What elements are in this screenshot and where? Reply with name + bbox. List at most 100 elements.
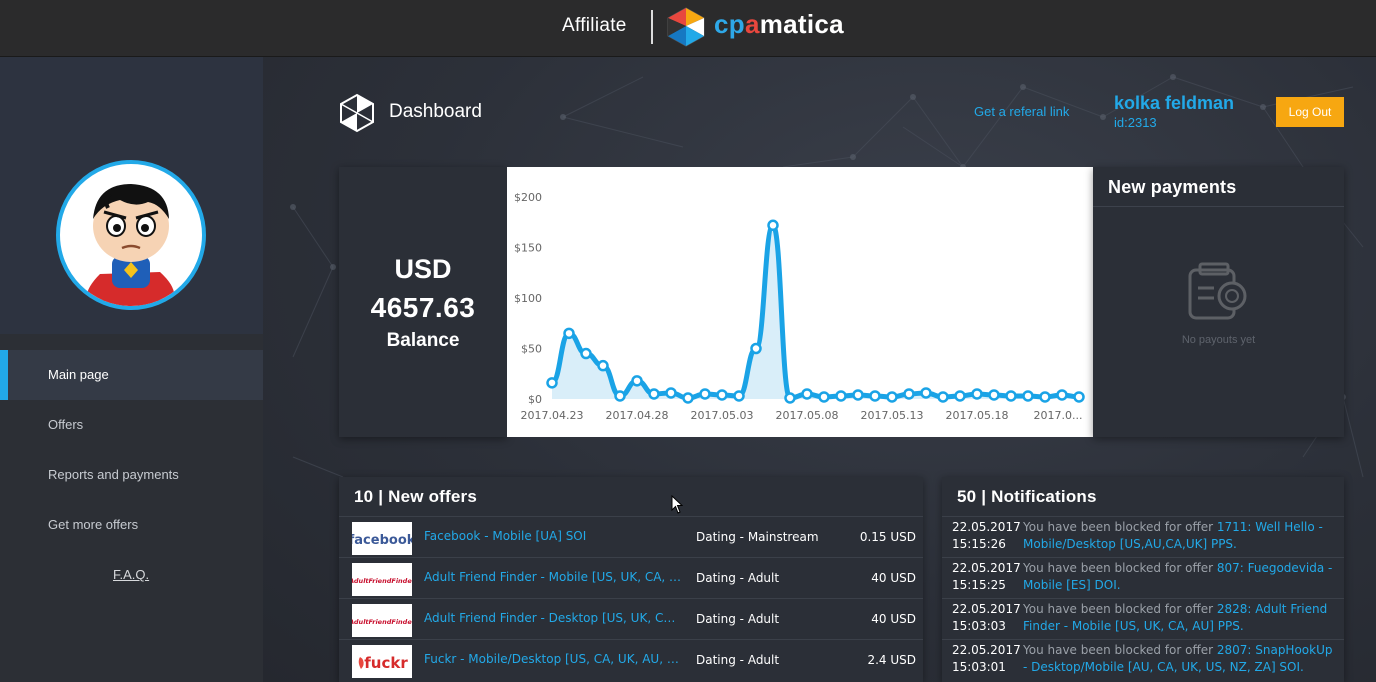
table-row[interactable]: fuckr Fuckr - Mobile/Desktop [US, CA, UK… — [339, 639, 923, 680]
notification-text: You have been blocked for offer 807: Fue… — [1023, 561, 1333, 592]
balance-amount: 4657.63 — [370, 292, 476, 323]
list-item: 22.05.2017 15:03:01 You have been blocked… — [942, 639, 1344, 680]
data-point — [665, 387, 677, 399]
svg-text:AdultFriendFinder: AdultFriendFinder — [352, 618, 412, 626]
offer-name-link[interactable]: Facebook - Mobile [UA] SOI — [424, 529, 682, 543]
data-point — [1022, 390, 1034, 402]
offer-price: 40 USD — [871, 612, 916, 626]
facebook-logo-icon[interactable]: facebook — [352, 522, 412, 555]
offer-price: 0.15 USD — [859, 530, 916, 544]
data-point — [580, 347, 592, 360]
x-tick-label: 2017.05.08 — [776, 409, 839, 422]
x-tick-label: 2017.04.28 — [606, 409, 669, 422]
offer-name-link[interactable]: Adult Friend Finder - Mobile [US, UK, CA… — [424, 570, 682, 584]
x-tick-label: 2017.04.23 — [521, 409, 584, 422]
table-row[interactable]: AdultFriendFinder Adult Friend Finder - … — [339, 557, 923, 598]
svg-text:AdultFriendFinder: AdultFriendFinder — [352, 577, 412, 585]
offer-category: Dating - Adult — [696, 612, 780, 626]
earnings-chart: $200 $150 $100 $50 $0 2017.04.23 2017.04.28 201… — [507, 167, 1093, 437]
data-point — [835, 390, 847, 402]
table-row[interactable]: AdultFriendFinder Adult Friend Finder - … — [339, 598, 923, 639]
offers-title: 10 | New offers — [354, 487, 478, 506]
mouse-cursor-icon — [671, 495, 683, 514]
offer-category: Dating - Adult — [696, 653, 780, 667]
data-point — [954, 390, 966, 402]
notification-timestamp: 22.05.2017 15:15:25 — [952, 561, 1021, 592]
data-point — [971, 388, 983, 400]
payments-title: New payments — [1108, 177, 1237, 197]
sidebar-item-offers[interactable]: Offers — [0, 400, 263, 450]
offers-list: facebook Facebook - Mobile [UA] SOI Dati… — [339, 516, 923, 680]
table-row[interactable]: facebook Facebook - Mobile [UA] SOI Dati… — [339, 516, 923, 557]
fuckr-logo-icon[interactable]: fuckr — [352, 645, 412, 678]
user-name[interactable]: kolka feldman — [1114, 93, 1234, 114]
sidebar-item-label: Get more offers — [48, 517, 139, 532]
offer-name-link[interactable]: Adult Friend Finder - Desktop [US, UK, C… — [424, 611, 682, 625]
data-point — [903, 388, 915, 400]
faq-link[interactable]: F.A.Q. — [113, 567, 149, 582]
notification-timestamp: 22.05.2017 15:03:01 — [952, 643, 1021, 674]
x-tick-label: 2017.05.18 — [946, 409, 1009, 422]
data-point — [631, 375, 643, 387]
brand-wordmark[interactable]: cpamatica — [714, 9, 844, 40]
sidebar-item-label: Reports and payments — [48, 467, 179, 482]
sidebar-item-label: Offers — [48, 417, 84, 432]
data-point — [1039, 391, 1051, 403]
data-point — [886, 391, 898, 403]
sidebar-item-main-page[interactable]: Main page — [0, 350, 263, 400]
earnings-chart-svg: $200 $150 $100 $50 $0 2017.04.23 2017.04.28 201… — [514, 191, 1085, 422]
referral-link[interactable]: Get a referal link — [974, 104, 1069, 119]
offer-category: Dating - Adult — [696, 571, 780, 585]
data-point — [614, 390, 626, 402]
new-offers-panel: 10 | New offers facebook Facebook - Mobi… — [339, 477, 923, 682]
avatar[interactable] — [56, 160, 206, 310]
adultfriendfinder-logo-icon[interactable]: AdultFriendFinder — [352, 563, 412, 596]
data-point — [937, 391, 949, 403]
data-point — [1073, 391, 1085, 403]
notification-timestamp: 22.05.2017 15:15:26 — [952, 520, 1021, 551]
dashboard-icon — [340, 93, 374, 133]
top-bar: Affiliate cpamatica — [0, 0, 1376, 57]
y-tick-label: $200 — [514, 191, 542, 204]
x-tick-label: 2017.0... — [1034, 409, 1083, 422]
wallet-coin-icon — [1188, 262, 1247, 320]
page-title: Dashboard — [389, 101, 482, 122]
payments-divider — [1093, 206, 1344, 207]
svg-text:facebook: facebook — [352, 533, 412, 548]
balance-currency: USD — [394, 254, 452, 284]
sidebar-item-get-more-offers[interactable]: Get more offers — [0, 500, 263, 550]
logout-button[interactable]: Log Out — [1276, 97, 1344, 127]
x-tick-label: 2017.05.13 — [861, 409, 924, 422]
affiliate-label: Affiliate — [562, 15, 627, 36]
sidebar-item-reports-and-payments[interactable]: Reports and payments — [0, 450, 263, 500]
superman-avatar-icon — [86, 184, 175, 306]
list-item: 22.05.2017 15:15:25 You have been blocked… — [942, 557, 1344, 598]
offer-category: Dating - Mainstream — [696, 530, 819, 544]
x-tick-label: 2017.05.03 — [691, 409, 754, 422]
offer-price: 2.4 USD — [867, 653, 916, 667]
notification-text: You have been blocked for offer 1711: We… — [1023, 520, 1323, 551]
cpamatica-logo-icon[interactable] — [664, 4, 708, 50]
y-tick-label: $150 — [514, 242, 542, 255]
y-tick-label: $100 — [514, 292, 542, 305]
series-line — [550, 222, 1080, 401]
offer-price: 40 USD — [871, 571, 916, 585]
notifications-title: 50 | Notifications — [957, 487, 1097, 506]
offer-name-link[interactable]: Fuckr - Mobile/Desktop [US, CA, UK, AU, … — [424, 652, 682, 666]
data-point — [597, 359, 609, 372]
data-point — [920, 387, 932, 399]
sidebar-nav: Main page Offers Reports and payments Ge… — [0, 350, 263, 550]
data-point — [1056, 389, 1068, 401]
data-point — [750, 342, 762, 355]
data-point — [546, 377, 558, 389]
series-area — [552, 225, 1079, 399]
list-item: 22.05.2017 15:15:26 You have been blocked… — [942, 516, 1344, 557]
adultfriendfinder-logo-icon[interactable]: AdultFriendFinder — [352, 604, 412, 637]
data-point — [767, 219, 779, 232]
y-tick-label: $0 — [528, 393, 542, 406]
balance-label: Balance — [386, 330, 460, 351]
payments-panel: New payments No payouts yet — [1093, 167, 1344, 437]
header-separator — [651, 10, 653, 44]
notifications-panel: 50 | Notifications 22.05.2017 15:15:26 Yo… — [942, 477, 1344, 682]
list-item: 22.05.2017 15:03:03 You have been blocked… — [942, 598, 1344, 639]
